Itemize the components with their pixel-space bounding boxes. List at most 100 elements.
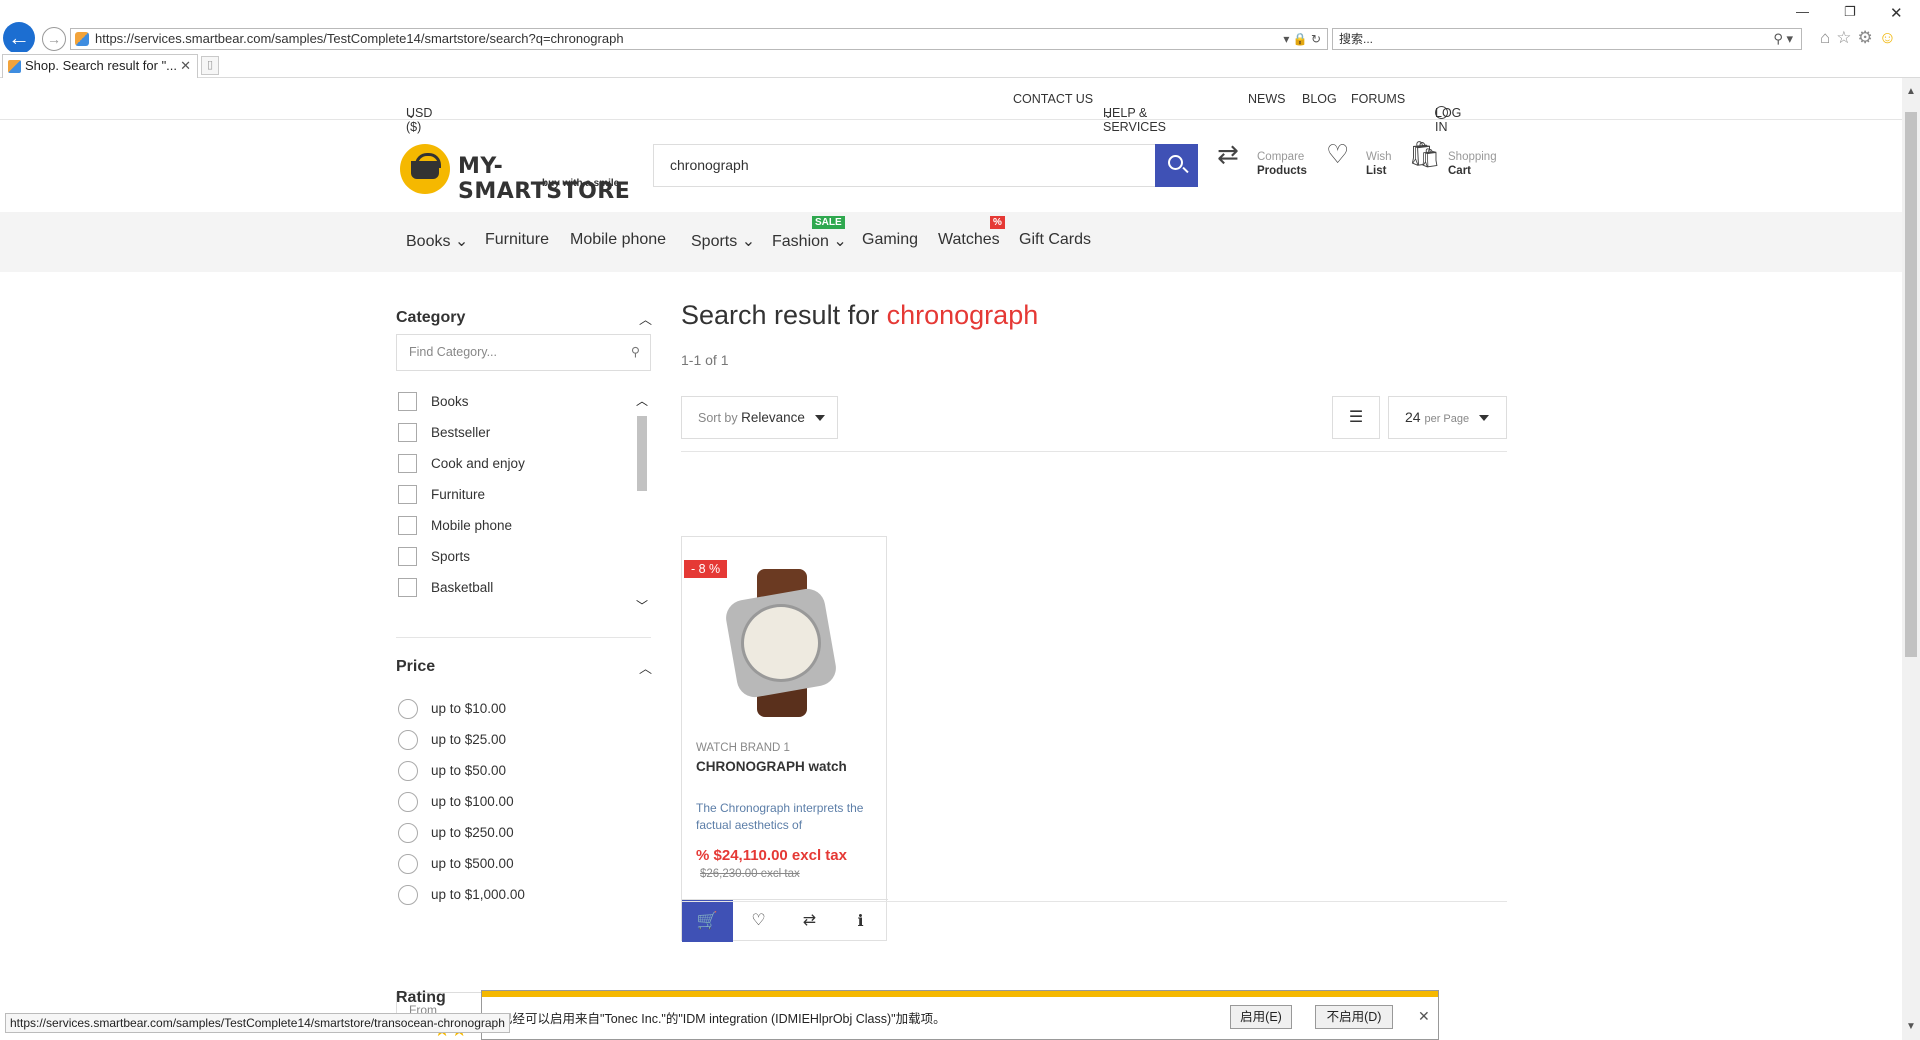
- checkbox[interactable]: [398, 547, 417, 566]
- shopping-cart-link[interactable]: 🛍 Shopping Cart: [1408, 141, 1497, 178]
- checkbox[interactable]: [398, 485, 417, 504]
- radio-button[interactable]: [398, 885, 418, 905]
- forward-arrow-icon[interactable]: →: [42, 27, 66, 51]
- nav-watches[interactable]: Watches: [938, 231, 1000, 249]
- nav-gaming[interactable]: Gaming: [862, 231, 918, 249]
- chevron-up-icon[interactable]: ︿: [639, 658, 652, 677]
- radio-button[interactable]: [398, 699, 418, 719]
- close-icon[interactable]: ✕: [1418, 1008, 1430, 1025]
- blog-link[interactable]: BLOG: [1302, 92, 1337, 106]
- price-label: up to $10.00: [431, 701, 507, 716]
- chevron-down-icon[interactable]: ▼: [1906, 1021, 1916, 1032]
- chevron-up-icon[interactable]: ︿: [636, 392, 648, 409]
- address-bar[interactable]: https://services.smartbear.com/samples/T…: [70, 28, 1328, 50]
- scroll-thumb[interactable]: [637, 416, 647, 491]
- browser-search-box[interactable]: 搜索... ⚲ ▾: [1332, 28, 1802, 50]
- close-tab-icon[interactable]: ✕: [180, 55, 191, 77]
- checkbox[interactable]: [398, 516, 417, 535]
- nav-gift-cards[interactable]: Gift Cards: [1019, 231, 1091, 249]
- checkbox[interactable]: [398, 454, 417, 473]
- product-image[interactable]: [723, 569, 839, 717]
- nav-furniture[interactable]: Furniture: [485, 231, 549, 249]
- radio-button[interactable]: [398, 854, 418, 874]
- new-tab-button[interactable]: ▯: [201, 56, 219, 75]
- price-option[interactable]: up to $50.00: [398, 761, 506, 781]
- category-item[interactable]: Furniture: [398, 485, 485, 505]
- search-icon[interactable]: ⚲ ▾: [1773, 29, 1793, 49]
- add-to-cart-button[interactable]: 🛒: [682, 900, 733, 942]
- browser-tools[interactable]: ⌂☆⚙☺: [1820, 28, 1902, 48]
- home-icon[interactable]: ⌂: [1820, 28, 1836, 47]
- nav-sports[interactable]: Sports ⌄: [691, 231, 755, 251]
- back-arrow-icon[interactable]: ←: [3, 22, 35, 54]
- price-label: up to $1,000.00: [431, 887, 525, 902]
- checkbox[interactable]: [398, 392, 417, 411]
- sort-dropdown[interactable]: Sort by Relevance: [681, 396, 838, 439]
- product-search-input[interactable]: chronograph: [653, 144, 1155, 187]
- contact-link[interactable]: CONTACT US: [1013, 92, 1093, 106]
- product-name[interactable]: CHRONOGRAPH watch: [696, 759, 847, 774]
- compare-products-link[interactable]: ⇄ Compare Products: [1217, 141, 1307, 178]
- result-count: 1-1 of 1: [681, 352, 729, 368]
- refresh-icon[interactable]: ▾ 🔒 ↻: [1283, 29, 1321, 49]
- forums-link[interactable]: FORUMS: [1351, 92, 1405, 106]
- find-category-input[interactable]: Find Category... ⚲: [396, 334, 651, 371]
- checkbox[interactable]: [398, 423, 417, 442]
- category-item[interactable]: Books: [398, 392, 469, 412]
- wishlist-link[interactable]: ♡ Wish List: [1326, 141, 1392, 178]
- price-option[interactable]: up to $100.00: [398, 792, 514, 812]
- radio-button[interactable]: [398, 823, 418, 843]
- category-item[interactable]: Cook and enjoy: [398, 454, 525, 474]
- disable-addon-button[interactable]: 不启用(D): [1315, 1005, 1393, 1029]
- checkbox[interactable]: [398, 578, 417, 597]
- nav-books[interactable]: Books ⌄: [406, 231, 468, 251]
- utility-bar: USD ($) ⌄ CONTACT US HELP & SERVICES ⌄ N…: [0, 78, 1902, 134]
- sort-value: Relevance: [741, 410, 805, 425]
- page-viewport: USD ($) ⌄ CONTACT US HELP & SERVICES ⌄ N…: [0, 78, 1902, 1040]
- search-button[interactable]: [1155, 144, 1198, 187]
- close-window-icon[interactable]: ✕: [1890, 4, 1903, 22]
- radio-button[interactable]: [398, 730, 418, 750]
- browser-search-placeholder: 搜索...: [1339, 32, 1374, 46]
- chevron-down-icon[interactable]: ﹀: [636, 597, 648, 614]
- add-to-wishlist-button[interactable]: ♡: [733, 900, 784, 942]
- compare-top-label: Compare: [1257, 151, 1305, 163]
- price-option[interactable]: up to $500.00: [398, 854, 514, 874]
- category-item[interactable]: Mobile phone: [398, 516, 512, 536]
- main-navigation: Books ⌄ Furniture Mobile phone Sports ⌄ …: [0, 212, 1902, 272]
- nav-mobile-phone[interactable]: Mobile phone: [570, 231, 666, 249]
- sort-prefix: Sort by: [698, 411, 738, 425]
- restore-icon[interactable]: ❐: [1844, 4, 1856, 20]
- price-option[interactable]: up to $25.00: [398, 730, 506, 750]
- tab-current[interactable]: Shop. Search result for "... ✕: [2, 54, 198, 78]
- list-view-button[interactable]: ☰: [1332, 396, 1380, 439]
- news-link[interactable]: NEWS: [1248, 92, 1286, 106]
- category-item[interactable]: Sports: [398, 547, 470, 567]
- scroll-thumb[interactable]: [1905, 112, 1917, 657]
- product-info-button[interactable]: i: [835, 900, 886, 942]
- radio-button[interactable]: [398, 761, 418, 781]
- per-page-dropdown[interactable]: 24 per Page: [1388, 396, 1507, 439]
- gear-icon[interactable]: ⚙: [1858, 28, 1879, 47]
- enable-addon-button[interactable]: 启用(E): [1230, 1005, 1292, 1029]
- minimize-icon[interactable]: —: [1796, 4, 1809, 19]
- chevron-up-icon[interactable]: ▲: [1906, 86, 1916, 97]
- chevron-up-icon[interactable]: ︿: [639, 309, 652, 328]
- product-brand[interactable]: WATCH BRAND 1: [696, 742, 790, 754]
- star-icon[interactable]: ☆: [1836, 28, 1857, 47]
- smiley-icon[interactable]: ☺: [1879, 28, 1902, 47]
- product-price: % $24,110.00 excl tax: [696, 847, 847, 864]
- nav-fashion[interactable]: Fashion ⌄: [772, 231, 847, 251]
- price-option[interactable]: up to $1,000.00: [398, 885, 525, 905]
- add-to-compare-button[interactable]: ⇄: [784, 900, 835, 942]
- category-scrollbar[interactable]: ︿ ﹀: [634, 392, 650, 614]
- radio-button[interactable]: [398, 792, 418, 812]
- category-item[interactable]: Basketball: [398, 578, 493, 598]
- price-option[interactable]: up to $10.00: [398, 699, 506, 719]
- price-option[interactable]: up to $250.00: [398, 823, 514, 843]
- category-item[interactable]: Bestseller: [398, 423, 490, 443]
- product-card[interactable]: - 8 % WATCH BRAND 1 CHRONOGRAPH watch Th…: [681, 536, 888, 942]
- chevron-down-icon: ⌄: [454, 233, 469, 250]
- store-logo[interactable]: MY-SMARTSTORE buy with a smile: [400, 144, 640, 204]
- page-scrollbar[interactable]: ▲ ▼: [1902, 78, 1920, 1040]
